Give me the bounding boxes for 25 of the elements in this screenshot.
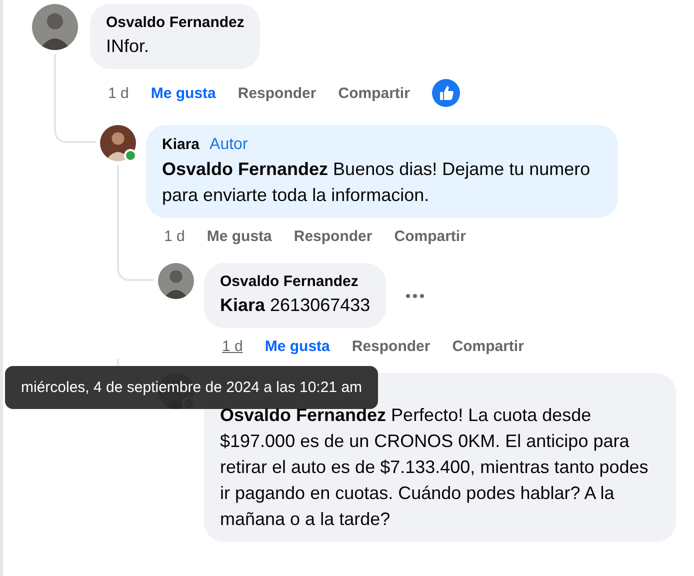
share-link[interactable]: Compartir bbox=[452, 338, 524, 355]
comment-text: INfor. bbox=[106, 35, 150, 58]
author-label: Autor bbox=[210, 135, 248, 155]
avatar[interactable] bbox=[158, 263, 194, 299]
more-icon[interactable] bbox=[406, 294, 424, 298]
author-name[interactable]: Osvaldo Fernandez bbox=[106, 13, 244, 33]
like-link[interactable]: Me gusta bbox=[206, 228, 272, 245]
avatar[interactable] bbox=[32, 4, 78, 50]
share-link[interactable]: Compartir bbox=[338, 84, 410, 102]
comment-text: Kiara 2613067433 bbox=[220, 294, 370, 317]
comment-text: Osvaldo Fernandez Buenos dias! Dejame tu numero para enviarte toda la informacion. bbox=[162, 158, 592, 207]
reply-link[interactable]: Responder bbox=[238, 84, 316, 102]
like-link[interactable]: Me gusta bbox=[150, 84, 216, 102]
like-link[interactable]: Me gusta bbox=[264, 338, 330, 355]
comment-time[interactable]: 1 d bbox=[164, 228, 185, 245]
like-reaction-icon[interactable] bbox=[432, 79, 460, 107]
author-name[interactable]: Osvaldo Fernandez bbox=[220, 272, 358, 292]
comment-time[interactable]: 1 d bbox=[222, 338, 243, 355]
reply-link[interactable]: Responder bbox=[352, 338, 430, 355]
author-name[interactable]: Kiara bbox=[162, 135, 200, 155]
reply-link[interactable]: Responder bbox=[294, 228, 372, 245]
avatar[interactable] bbox=[100, 125, 136, 161]
comment-time[interactable]: 1 d bbox=[108, 84, 129, 102]
date-tooltip: miércoles, 4 de septiembre de 2024 a las 10:21 am bbox=[5, 366, 378, 409]
share-link[interactable]: Compartir bbox=[394, 228, 466, 245]
